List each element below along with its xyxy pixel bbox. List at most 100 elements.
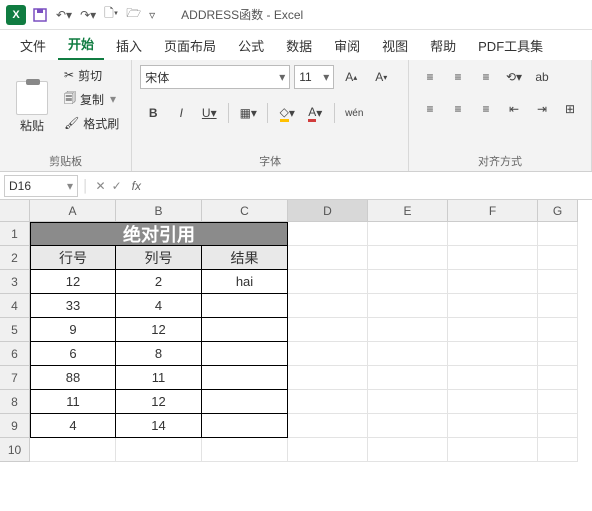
cell[interactable]: 12 bbox=[30, 270, 116, 294]
cell[interactable] bbox=[538, 390, 578, 414]
cell[interactable] bbox=[288, 390, 368, 414]
name-box[interactable]: D16 ▾ bbox=[4, 175, 78, 197]
orientation-icon[interactable]: ⟲▾ bbox=[501, 64, 527, 90]
cell[interactable] bbox=[448, 414, 538, 438]
align-bottom-icon[interactable]: ≡ bbox=[473, 64, 499, 90]
cell[interactable]: 列号 bbox=[116, 246, 202, 270]
save-icon[interactable] bbox=[32, 7, 48, 23]
underline-button[interactable]: U▾ bbox=[196, 100, 222, 126]
cell[interactable] bbox=[368, 438, 448, 462]
cell[interactable] bbox=[538, 222, 578, 246]
cell[interactable] bbox=[288, 342, 368, 366]
open-folder-icon[interactable]: 🗁 bbox=[126, 4, 141, 25]
font-size-combo[interactable]: 11▾ bbox=[294, 65, 334, 89]
row-header[interactable]: 5 bbox=[0, 318, 30, 342]
cell[interactable]: 6 bbox=[30, 342, 116, 366]
cell[interactable] bbox=[288, 246, 368, 270]
align-left-icon[interactable]: ≡ bbox=[417, 96, 443, 122]
cell[interactable] bbox=[368, 414, 448, 438]
cell[interactable] bbox=[538, 438, 578, 462]
increase-font-icon[interactable]: A▴ bbox=[338, 64, 364, 90]
cell[interactable]: 结果 bbox=[202, 246, 288, 270]
cell[interactable]: 11 bbox=[30, 390, 116, 414]
formula-input[interactable] bbox=[145, 175, 592, 197]
cell[interactable] bbox=[448, 318, 538, 342]
cell[interactable]: 4 bbox=[30, 414, 116, 438]
accept-formula-icon[interactable]: ✓ bbox=[112, 179, 122, 193]
row-header[interactable]: 7 bbox=[0, 366, 30, 390]
cell[interactable] bbox=[202, 294, 288, 318]
cell[interactable] bbox=[538, 246, 578, 270]
cell[interactable] bbox=[368, 390, 448, 414]
cell[interactable] bbox=[538, 342, 578, 366]
decrease-font-icon[interactable]: A▾ bbox=[368, 64, 394, 90]
cell[interactable] bbox=[30, 438, 116, 462]
cell[interactable] bbox=[538, 366, 578, 390]
cell[interactable] bbox=[288, 270, 368, 294]
new-file-icon[interactable]: 🗋▾ bbox=[104, 4, 118, 25]
align-top-icon[interactable]: ≡ bbox=[417, 64, 443, 90]
cell[interactable] bbox=[538, 294, 578, 318]
row-header[interactable]: 2 bbox=[0, 246, 30, 270]
format-painter-button[interactable]: 🖌 格式刷 bbox=[60, 112, 123, 134]
cell[interactable]: 2 bbox=[116, 270, 202, 294]
column-header[interactable]: B bbox=[116, 200, 202, 222]
cell[interactable] bbox=[448, 294, 538, 318]
tab-view[interactable]: 视图 bbox=[372, 31, 418, 60]
qat-more-icon[interactable]: ▿ bbox=[149, 8, 155, 22]
column-header[interactable]: E bbox=[368, 200, 448, 222]
phonetic-button[interactable]: wén bbox=[341, 100, 367, 126]
cell[interactable] bbox=[202, 366, 288, 390]
cell[interactable]: hai bbox=[202, 270, 288, 294]
bold-button[interactable]: B bbox=[140, 100, 166, 126]
cell[interactable]: 33 bbox=[30, 294, 116, 318]
borders-button[interactable]: ▦▾ bbox=[235, 100, 261, 126]
cell[interactable] bbox=[368, 270, 448, 294]
decrease-indent-icon[interactable]: ⇤ bbox=[501, 96, 527, 122]
cell[interactable] bbox=[448, 342, 538, 366]
font-name-combo[interactable]: 宋体▾ bbox=[140, 65, 290, 89]
cell[interactable] bbox=[202, 318, 288, 342]
copy-button[interactable]: 🗐 复制▾ bbox=[60, 88, 123, 110]
tab-file[interactable]: 文件 bbox=[10, 31, 56, 60]
tab-pagelayout[interactable]: 页面布局 bbox=[154, 31, 226, 60]
cell[interactable]: 11 bbox=[116, 366, 202, 390]
cell[interactable] bbox=[288, 366, 368, 390]
align-middle-icon[interactable]: ≡ bbox=[445, 64, 471, 90]
cell[interactable]: 14 bbox=[116, 414, 202, 438]
merged-title-cell[interactable]: 绝对引用 bbox=[30, 222, 288, 246]
cell[interactable]: 4 bbox=[116, 294, 202, 318]
cell[interactable] bbox=[448, 270, 538, 294]
cell[interactable] bbox=[288, 414, 368, 438]
cell[interactable] bbox=[202, 414, 288, 438]
font-color-button[interactable]: A▾ bbox=[302, 100, 328, 126]
tab-pdf[interactable]: PDF工具集 bbox=[468, 31, 553, 60]
redo-icon[interactable]: ↷▾ bbox=[80, 8, 96, 22]
cell[interactable] bbox=[368, 342, 448, 366]
cell[interactable] bbox=[368, 366, 448, 390]
cell[interactable] bbox=[538, 414, 578, 438]
cell[interactable]: 88 bbox=[30, 366, 116, 390]
cell[interactable]: 12 bbox=[116, 390, 202, 414]
cell[interactable] bbox=[202, 438, 288, 462]
cell[interactable] bbox=[288, 318, 368, 342]
cell[interactable] bbox=[368, 246, 448, 270]
row-header[interactable]: 8 bbox=[0, 390, 30, 414]
align-center-icon[interactable]: ≡ bbox=[445, 96, 471, 122]
fill-color-button[interactable]: ◇▾ bbox=[274, 100, 300, 126]
cell[interactable] bbox=[288, 438, 368, 462]
tab-formulas[interactable]: 公式 bbox=[228, 31, 274, 60]
row-header[interactable]: 3 bbox=[0, 270, 30, 294]
tab-data[interactable]: 数据 bbox=[276, 31, 322, 60]
cut-button[interactable]: ✂ 剪切 bbox=[60, 64, 123, 86]
tab-review[interactable]: 审阅 bbox=[324, 31, 370, 60]
cell[interactable] bbox=[538, 318, 578, 342]
column-header[interactable]: A bbox=[30, 200, 116, 222]
row-header[interactable]: 1 bbox=[0, 222, 30, 246]
paste-button[interactable]: 粘贴 bbox=[8, 64, 56, 151]
cell[interactable] bbox=[538, 270, 578, 294]
tab-insert[interactable]: 插入 bbox=[106, 31, 152, 60]
cell[interactable] bbox=[368, 318, 448, 342]
tab-help[interactable]: 帮助 bbox=[420, 31, 466, 60]
column-header[interactable]: C bbox=[202, 200, 288, 222]
